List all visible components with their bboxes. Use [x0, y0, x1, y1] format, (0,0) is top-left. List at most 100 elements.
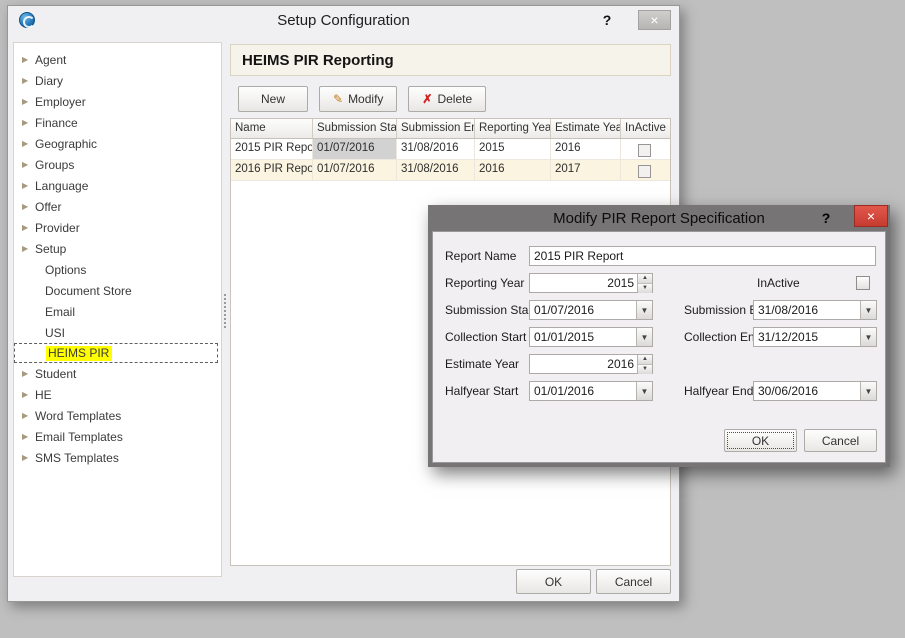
chevron-right-icon[interactable]: ▶	[22, 181, 35, 190]
chevron-right-icon[interactable]: ▶	[22, 432, 35, 441]
sidebar-item-finance[interactable]: ▶Finance	[14, 112, 218, 133]
column-header-estimate-year[interactable]: Estimate Year	[551, 119, 621, 138]
chevron-right-icon[interactable]: ▶	[22, 76, 35, 85]
submission-start-field[interactable]	[530, 301, 636, 319]
cell-submission-end[interactable]: 31/08/2016	[397, 139, 475, 159]
chevron-right-icon[interactable]: ▶	[22, 160, 35, 169]
dropdown-arrow-icon[interactable]: ▼	[636, 301, 652, 319]
cell-submission-start[interactable]: 01/07/2016	[313, 160, 397, 180]
sidebar-item-offer[interactable]: ▶Offer	[14, 196, 218, 217]
sidebar-item-word-templates[interactable]: ▶Word Templates	[14, 405, 218, 426]
new-button[interactable]: New	[238, 86, 308, 112]
sidebar-item-email-templates[interactable]: ▶Email Templates	[14, 426, 218, 447]
modal-cancel-button[interactable]: Cancel	[804, 429, 877, 452]
reporting-year-field[interactable]	[530, 274, 637, 292]
cell-submission-end[interactable]: 31/08/2016	[397, 160, 475, 180]
delete-button[interactable]: ✗Delete	[408, 86, 486, 112]
sidebar-item-groups[interactable]: ▶Groups	[14, 154, 218, 175]
new-button-label: New	[261, 92, 285, 106]
dropdown-arrow-icon[interactable]: ▼	[636, 328, 652, 346]
chevron-right-icon[interactable]: ▶	[22, 139, 35, 148]
chevron-right-icon[interactable]: ▶	[22, 390, 35, 399]
dropdown-arrow-icon[interactable]: ▼	[860, 328, 876, 346]
sidebar-item-setup[interactable]: ▶Setup	[14, 238, 218, 259]
sidebar-item-usi[interactable]: USI	[14, 322, 218, 343]
modal-ok-button[interactable]: OK	[724, 429, 797, 452]
collection-start-field[interactable]	[530, 328, 636, 346]
inactive-checkbox[interactable]	[638, 165, 651, 178]
halfyear-end-field[interactable]	[754, 382, 860, 400]
cell-estimate-year[interactable]: 2016	[551, 139, 621, 159]
column-header-submission-start[interactable]: Submission Start	[313, 119, 397, 138]
halfyear-start-field[interactable]	[530, 382, 636, 400]
dropdown-arrow-icon[interactable]: ▼	[636, 382, 652, 400]
chevron-right-icon[interactable]: ▶	[22, 453, 35, 462]
sidebar-item-label: Setup	[35, 242, 66, 256]
delete-button-label: Delete	[437, 92, 472, 106]
sidebar-item-employer[interactable]: ▶Employer	[14, 91, 218, 112]
chevron-right-icon[interactable]: ▶	[22, 244, 35, 253]
sidebar-item-he[interactable]: ▶HE	[14, 384, 218, 405]
cell-name[interactable]: 2016 PIR Report	[231, 160, 313, 180]
sidebar-item-language[interactable]: ▶Language	[14, 175, 218, 196]
chevron-right-icon[interactable]: ▶	[22, 223, 35, 232]
report-name-field[interactable]	[529, 246, 876, 266]
chevron-right-icon[interactable]: ▶	[22, 118, 35, 127]
sidebar-item-agent[interactable]: ▶Agent	[14, 49, 218, 70]
table-row[interactable]: 2015 PIR Report 01/07/2016 31/08/2016 20…	[231, 139, 670, 160]
spin-down-icon[interactable]: ▼	[638, 364, 652, 374]
sidebar-item-diary[interactable]: ▶Diary	[14, 70, 218, 91]
table-row[interactable]: 2016 PIR Report 01/07/2016 31/08/2016 20…	[231, 160, 670, 181]
sidebar-item-student[interactable]: ▶Student	[14, 363, 218, 384]
collection-end-label: Collection End	[684, 330, 761, 344]
window-titlebar: Setup Configuration ? ×	[8, 6, 679, 36]
sidebar-item-heims-pir[interactable]: HEIMS PIR	[14, 343, 218, 363]
sidebar-item-label: USI	[45, 326, 65, 340]
spin-down-icon[interactable]: ▼	[638, 283, 652, 293]
estimate-year-label: Estimate Year	[445, 357, 519, 371]
column-header-submission-end[interactable]: Submission End	[397, 119, 475, 138]
splitter-handle[interactable]	[224, 294, 228, 328]
inactive-checkbox[interactable]	[856, 276, 870, 290]
sidebar-item-document-store[interactable]: Document Store	[14, 280, 218, 301]
modify-button[interactable]: ✎Modify	[319, 86, 397, 112]
cell-estimate-year[interactable]: 2017	[551, 160, 621, 180]
dropdown-arrow-icon[interactable]: ▼	[860, 301, 876, 319]
ok-button[interactable]: OK	[516, 569, 591, 594]
spin-buttons: ▲▼	[637, 274, 652, 292]
sidebar-item-label: HE	[35, 388, 52, 402]
cell-reporting-year[interactable]: 2015	[475, 139, 551, 159]
chevron-right-icon[interactable]: ▶	[22, 97, 35, 106]
cell-submission-start[interactable]: 01/07/2016	[313, 139, 397, 159]
modal-help-icon[interactable]: ?	[818, 210, 834, 226]
column-header-reporting-year[interactable]: Reporting Year	[475, 119, 551, 138]
sidebar-item-options[interactable]: Options	[14, 259, 218, 280]
sidebar-item-label: Language	[35, 179, 88, 193]
chevron-right-icon[interactable]: ▶	[22, 55, 35, 64]
close-icon[interactable]: ×	[638, 10, 671, 30]
cancel-button[interactable]: Cancel	[596, 569, 671, 594]
spin-up-icon[interactable]: ▲	[638, 274, 652, 283]
chevron-right-icon[interactable]: ▶	[22, 369, 35, 378]
column-header-name[interactable]: Name	[231, 119, 313, 138]
modal-close-icon[interactable]: ×	[854, 205, 888, 227]
dropdown-arrow-icon[interactable]: ▼	[860, 382, 876, 400]
chevron-right-icon[interactable]: ▶	[22, 202, 35, 211]
submission-end-field[interactable]	[754, 301, 860, 319]
column-header-inactive[interactable]: InActive	[621, 119, 668, 138]
sidebar-item-label: Agent	[35, 53, 66, 67]
spin-up-icon[interactable]: ▲	[638, 355, 652, 364]
collection-end-field[interactable]	[754, 328, 860, 346]
help-icon[interactable]: ?	[599, 12, 615, 28]
inactive-checkbox[interactable]	[638, 144, 651, 157]
cell-name[interactable]: 2015 PIR Report	[231, 139, 313, 159]
collection-start-label: Collection Start	[445, 330, 526, 344]
estimate-year-field[interactable]	[530, 355, 637, 373]
cell-reporting-year[interactable]: 2016	[475, 160, 551, 180]
sidebar-item-geographic[interactable]: ▶Geographic	[14, 133, 218, 154]
sidebar-item-sms-templates[interactable]: ▶SMS Templates	[14, 447, 218, 468]
sidebar-item-email[interactable]: Email	[14, 301, 218, 322]
cell-inactive	[621, 160, 668, 180]
sidebar-item-provider[interactable]: ▶Provider	[14, 217, 218, 238]
chevron-right-icon[interactable]: ▶	[22, 411, 35, 420]
